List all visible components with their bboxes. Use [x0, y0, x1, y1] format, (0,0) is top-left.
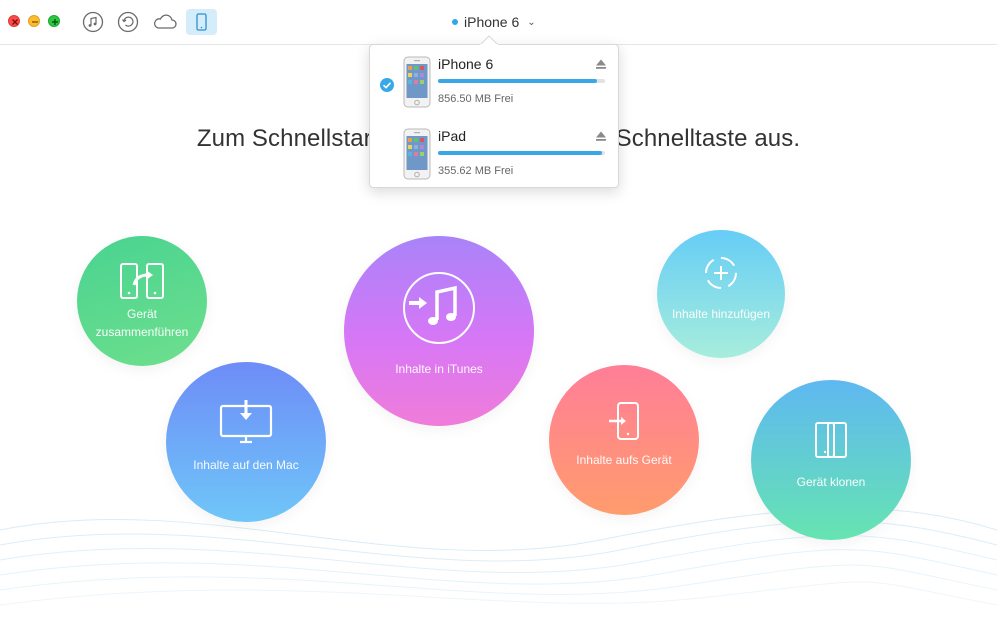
- clone-device-label: Gerät klonen: [796, 475, 866, 489]
- window-zoom-button[interactable]: [48, 15, 60, 27]
- window-minimize-button[interactable]: [28, 15, 40, 27]
- merge-devices-icon: [120, 263, 164, 299]
- content-to-mac-button[interactable]: Inhalte auf den Mac: [166, 362, 326, 522]
- device-dropdown: iPhone 6 856.50 MB Frei iPad 355.62 MB F: [369, 44, 619, 188]
- device-name: iPad: [438, 128, 467, 144]
- merge-label-line1: Gerät: [126, 307, 157, 321]
- connected-dot-icon: [452, 19, 458, 25]
- merge-label-line2: zusammenführen: [95, 325, 189, 339]
- ipad-thumbnail-icon: [403, 128, 431, 180]
- clone-devices-icon: [815, 422, 847, 458]
- add-content-label: Inhalte hinzufügen: [671, 307, 771, 321]
- eject-icon[interactable]: [595, 130, 607, 142]
- monitor-download-icon: [219, 400, 273, 444]
- device-selector-label: iPhone 6: [464, 14, 520, 30]
- popover-arrow: [480, 35, 498, 45]
- device-selector[interactable]: iPhone 6 ⌄: [452, 12, 536, 32]
- window-close-button[interactable]: [8, 15, 20, 27]
- check-icon: [380, 78, 394, 92]
- content-to-device-label: Inhalte aufs Gerät: [576, 453, 672, 467]
- eject-icon[interactable]: [595, 58, 607, 70]
- storage-bar-fill: [438, 79, 597, 83]
- restore-icon[interactable]: [115, 9, 141, 35]
- device-name: iPhone 6: [438, 56, 494, 72]
- storage-bar-fill: [438, 151, 602, 155]
- cloud-icon[interactable]: [151, 9, 179, 35]
- add-content-button[interactable]: Inhalte hinzufügen: [657, 230, 785, 358]
- itunes-content-button[interactable]: Inhalte in iTunes: [344, 236, 534, 426]
- toolbar: iPhone 6 ⌄: [0, 0, 997, 45]
- device-row-iphone[interactable]: iPhone 6 856.50 MB Frei: [370, 50, 618, 120]
- itunes-label: Inhalte in iTunes: [395, 362, 483, 376]
- storage-bar: [438, 79, 605, 83]
- chevron-down-icon: ⌄: [527, 16, 536, 28]
- phone-import-icon: [609, 402, 639, 440]
- device-free-space: 856.50 MB Frei: [438, 93, 514, 105]
- iphone-thumbnail-icon: [403, 56, 431, 108]
- phone-icon[interactable]: [186, 9, 217, 35]
- content-to-device-button[interactable]: Inhalte aufs Gerät: [549, 365, 699, 515]
- add-content-icon: [705, 257, 737, 289]
- content-to-mac-label: Inhalte auf den Mac: [193, 458, 299, 472]
- music-icon[interactable]: [80, 9, 106, 35]
- itunes-music-icon: [403, 272, 475, 344]
- device-row-ipad[interactable]: iPad 355.62 MB Frei: [370, 122, 618, 192]
- storage-bar: [438, 151, 605, 155]
- device-free-space: 355.62 MB Frei: [438, 165, 514, 177]
- clone-device-button[interactable]: Gerät klonen: [751, 380, 911, 540]
- merge-device-button[interactable]: Gerät zusammenführen: [77, 236, 207, 366]
